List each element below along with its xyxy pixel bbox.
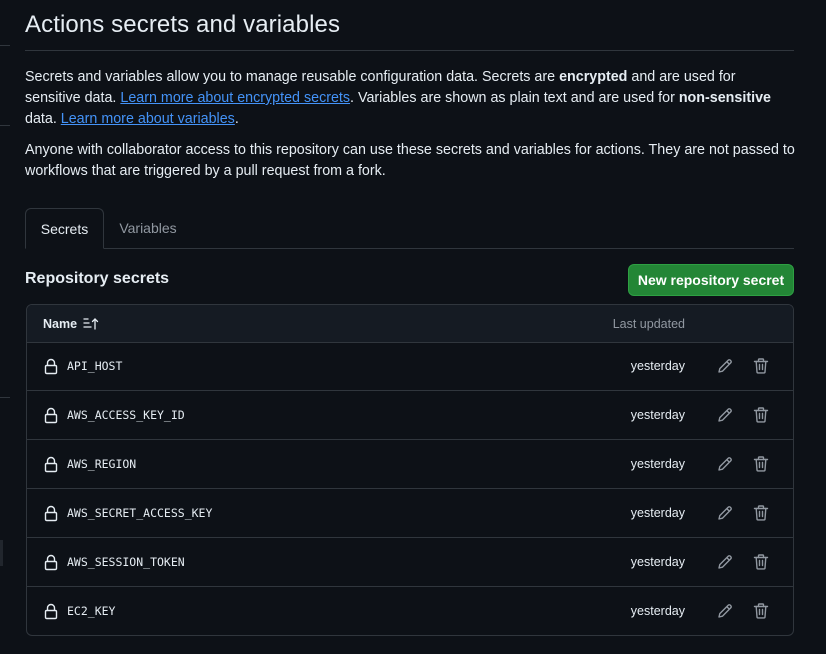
tab-variables[interactable]: Variables	[105, 208, 191, 247]
table-row: AWS_SESSION_TOKEN yesterday	[27, 538, 793, 587]
last-updated-value: yesterday	[630, 506, 685, 520]
pencil-icon[interactable]	[716, 406, 734, 424]
pencil-icon[interactable]	[716, 553, 734, 571]
pencil-icon[interactable]	[716, 357, 734, 375]
intro-text: Secrets and variables allow you to manag…	[25, 69, 560, 85]
table-row: API_HOST yesterday	[27, 342, 793, 391]
secret-name: AWS_REGION	[67, 457, 137, 471]
secret-name: AWS_SESSION_TOKEN	[67, 555, 185, 569]
lock-icon	[43, 554, 59, 571]
trash-icon[interactable]	[752, 406, 770, 424]
table-row: AWS_ACCESS_KEY_ID yesterday	[27, 391, 793, 440]
tab-bar: Secrets Variables	[25, 208, 794, 249]
title-divider	[25, 50, 794, 51]
trash-icon[interactable]	[752, 455, 770, 473]
intro-bold-encrypted: encrypted	[559, 69, 628, 85]
secrets-table: Name Last updated API_HOST yesterday AWS_A…	[26, 304, 794, 636]
new-repository-secret-button[interactable]: New repository secret	[628, 264, 794, 296]
column-header-name: Name	[43, 317, 78, 331]
intro-bold-non-sensitive: non-sensitive	[678, 90, 771, 106]
sort-ascending-icon[interactable]	[83, 317, 99, 331]
table-row: AWS_REGION yesterday	[27, 440, 793, 489]
lock-icon	[43, 407, 59, 424]
secret-name: EC2_KEY	[67, 604, 116, 618]
trash-icon[interactable]	[752, 602, 770, 620]
lock-icon	[43, 456, 59, 473]
pencil-icon[interactable]	[716, 504, 734, 522]
section-title: Repository secrets	[25, 270, 170, 287]
trash-icon[interactable]	[752, 504, 770, 522]
lock-icon	[43, 358, 59, 375]
pencil-icon[interactable]	[716, 455, 734, 473]
last-updated-value: yesterday	[630, 604, 685, 618]
sidebar-edge-item	[0, 540, 3, 566]
intro-paragraph: Secrets and variables allow you to manag…	[25, 67, 795, 130]
trash-icon[interactable]	[752, 357, 770, 375]
last-updated-value: yesterday	[630, 408, 685, 422]
lock-icon	[43, 505, 59, 522]
table-header: Name Last updated	[27, 305, 793, 343]
learn-more-variables-link[interactable]: Learn more about variables	[61, 111, 235, 127]
last-updated-value: yesterday	[630, 457, 685, 471]
page-title: Actions secrets and variables	[25, 11, 341, 38]
secret-name: AWS_SECRET_ACCESS_KEY	[67, 506, 213, 520]
intro-text: .	[234, 111, 239, 127]
lock-icon	[43, 603, 59, 620]
sidebar-edge-divider	[0, 125, 10, 126]
learn-more-secrets-link[interactable]: Learn more about encrypted secrets	[120, 90, 350, 106]
intro-text: . Variables are shown as plain text and …	[350, 90, 679, 106]
last-updated-value: yesterday	[630, 555, 685, 569]
secret-name: API_HOST	[67, 359, 123, 373]
tab-secrets[interactable]: Secrets	[25, 208, 104, 249]
secret-name: AWS_ACCESS_KEY_ID	[67, 408, 185, 422]
column-header-last-updated: Last updated	[612, 317, 685, 331]
trash-icon[interactable]	[752, 553, 770, 571]
table-row: EC2_KEY yesterday	[27, 587, 793, 635]
sidebar-edge-divider	[0, 45, 10, 46]
access-note: Anyone with collaborator access to this …	[25, 142, 795, 179]
table-row: AWS_SECRET_ACCESS_KEY yesterday	[27, 489, 793, 538]
last-updated-value: yesterday	[630, 359, 685, 373]
sidebar-edge-divider	[0, 397, 10, 398]
pencil-icon[interactable]	[716, 602, 734, 620]
intro-text: data.	[25, 111, 61, 127]
